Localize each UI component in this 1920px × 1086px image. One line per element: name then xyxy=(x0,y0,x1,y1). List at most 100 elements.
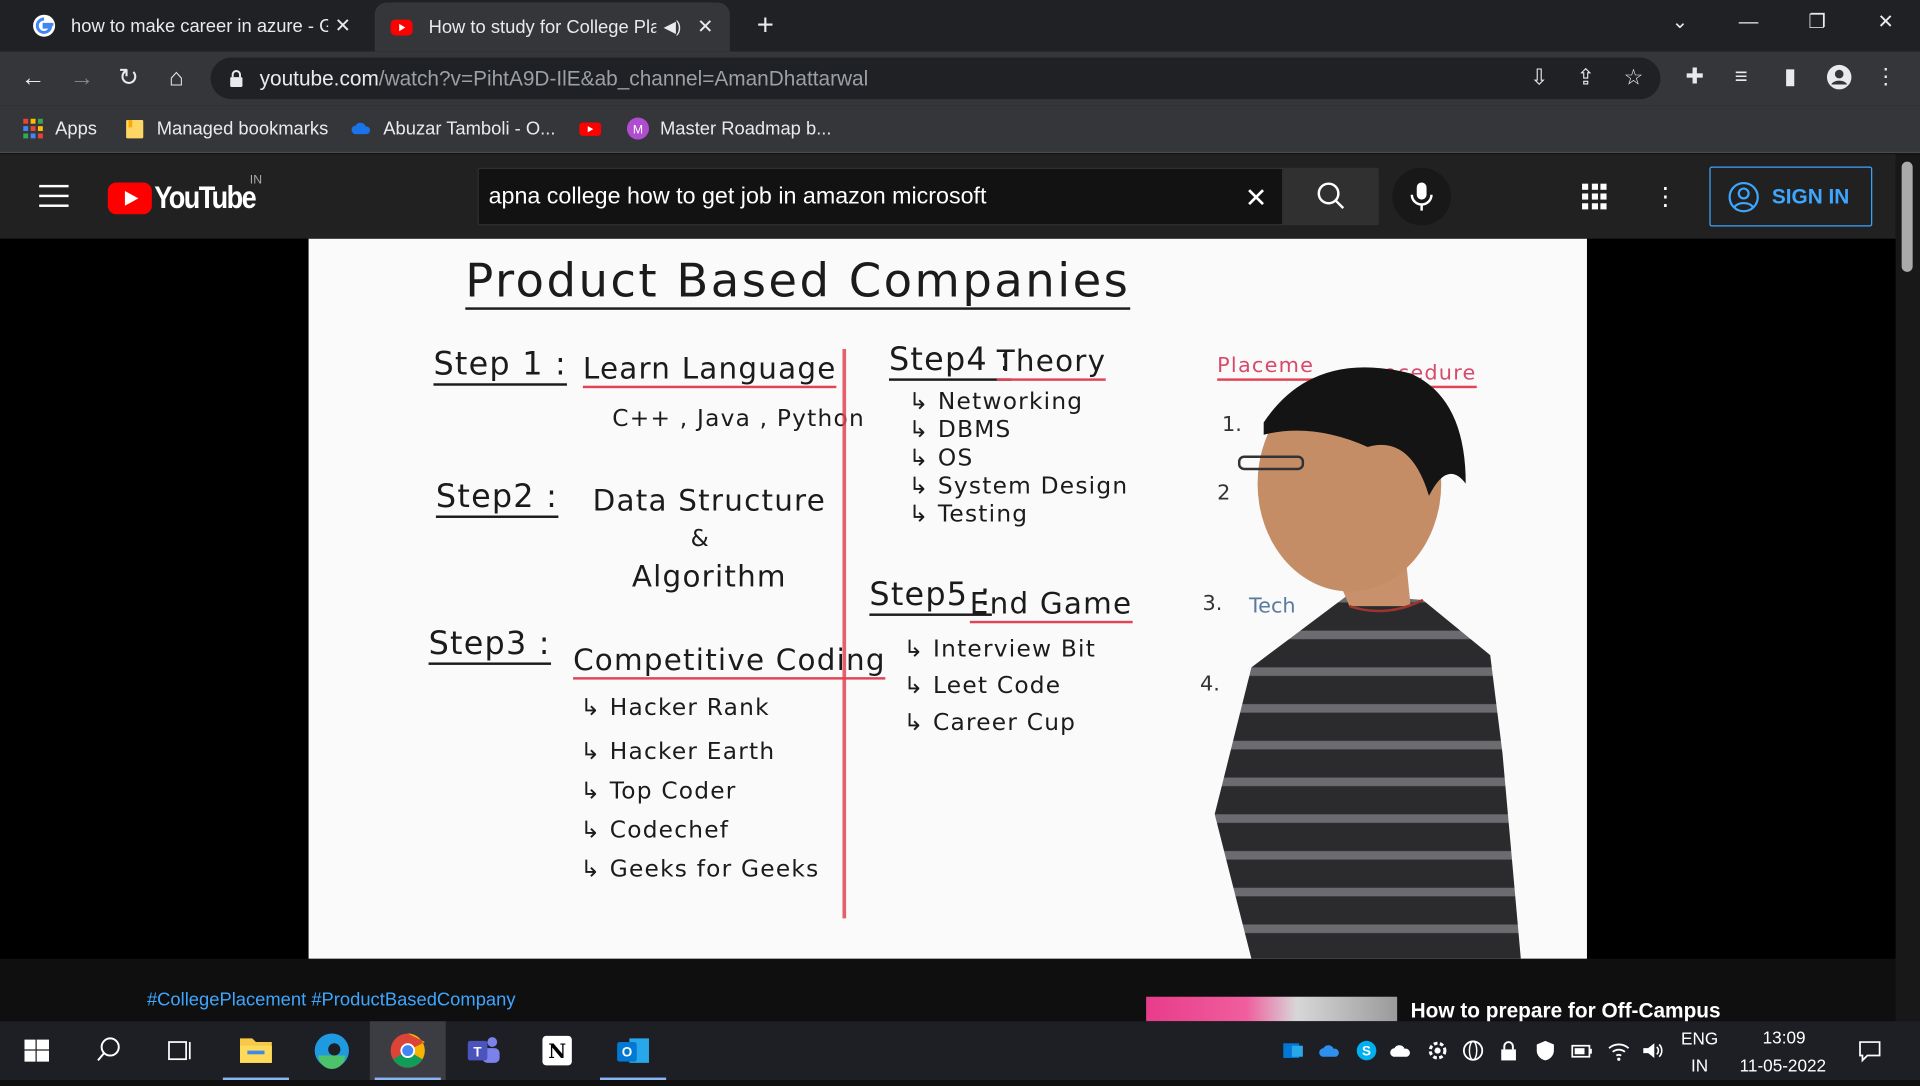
close-window-button[interactable]: ✕ xyxy=(1851,0,1920,51)
list-item: ↳ DBMS xyxy=(908,416,1012,444)
tab-title: How to study for College Pla xyxy=(428,16,657,38)
tab-search-chevron-icon[interactable]: ⌄ xyxy=(1646,0,1715,51)
hamburger-menu-icon[interactable] xyxy=(39,184,69,207)
step1-heading: Learn Language xyxy=(582,351,837,389)
wifi-tray-icon[interactable] xyxy=(1607,1038,1631,1062)
bookmark-label: Apps xyxy=(55,118,97,139)
step2-ampersand: & xyxy=(690,525,710,553)
edge-button[interactable] xyxy=(294,1021,370,1080)
bookmark-master-roadmap[interactable]: M Master Roadmap b... xyxy=(626,113,832,145)
svg-text:N: N xyxy=(548,1040,566,1063)
bookmark-managed[interactable]: Managed bookmarks xyxy=(124,113,328,145)
share-icon[interactable]: ⇪ xyxy=(1572,65,1599,92)
outlook-tray-icon[interactable] xyxy=(1281,1038,1305,1062)
step3-heading: Competitive Coding xyxy=(573,643,886,680)
back-arrow-icon[interactable]: ← xyxy=(17,64,49,96)
apps-grid-icon xyxy=(23,118,43,139)
speaker-icon[interactable]: ◀) xyxy=(664,17,684,37)
skype-tray-icon[interactable]: S xyxy=(1354,1038,1378,1062)
teams-icon: T xyxy=(467,1037,500,1063)
vpn-lock-tray-icon[interactable] xyxy=(1496,1038,1520,1062)
battery-tray-icon[interactable] xyxy=(1570,1038,1594,1062)
extensions-puzzle-icon[interactable]: ✚ xyxy=(1680,64,1709,93)
new-tab-button[interactable]: + xyxy=(749,9,781,42)
youtube-logo[interactable]: YouTube xyxy=(107,179,273,217)
volume-tray-icon[interactable] xyxy=(1641,1038,1665,1062)
reload-icon[interactable]: ↻ xyxy=(113,64,145,96)
notion-button[interactable]: N xyxy=(519,1021,595,1080)
close-tab-icon[interactable]: ✕ xyxy=(696,15,716,39)
settings-dots-icon[interactable]: ⋮ xyxy=(1653,181,1677,211)
step2-label: Step2 : xyxy=(435,479,559,518)
list-item: ↳ Networking xyxy=(908,388,1084,416)
list-item: ↳ Career Cup xyxy=(903,708,1077,736)
video-player[interactable]: Product Based Companies Step 1 : Learn L… xyxy=(0,238,1896,959)
shield-tray-icon[interactable] xyxy=(1533,1038,1557,1062)
page-scrollbar[interactable] xyxy=(1895,154,1920,1022)
search-button[interactable] xyxy=(1283,167,1379,226)
media-control-icon[interactable]: ≡ xyxy=(1727,64,1756,93)
red-divider-line xyxy=(842,348,847,919)
hashtags-link[interactable]: #CollegePlacement #ProductBasedCompany xyxy=(147,989,516,1010)
minimize-button[interactable]: — xyxy=(1714,0,1783,51)
clock-date[interactable]: 11-05-2022 xyxy=(1727,1056,1840,1076)
settings-gear-tray-icon[interactable] xyxy=(1425,1038,1449,1062)
tab-google-search[interactable]: how to make career in azure - Go ✕ xyxy=(17,0,367,51)
youtube-icon xyxy=(579,122,602,136)
chrome-menu-icon[interactable]: ⋮ xyxy=(1871,64,1900,93)
recommended-video-title[interactable]: How to prepare for Off-Campus xyxy=(1411,999,1721,1023)
browser-tab-strip: how to make career in azure - Go ✕ How t… xyxy=(0,0,1920,52)
clock-time[interactable]: 13:09 xyxy=(1734,1027,1834,1047)
bookmark-star-icon[interactable]: ☆ xyxy=(1620,65,1647,92)
onedrive-personal-tray-icon[interactable] xyxy=(1389,1038,1413,1062)
youtube-apps-icon[interactable] xyxy=(1582,183,1609,211)
close-tab-icon[interactable]: ✕ xyxy=(333,13,353,37)
folder-icon xyxy=(240,1038,272,1063)
search-query: apna college how to get job in amazon mi… xyxy=(488,183,987,210)
start-button[interactable] xyxy=(0,1021,76,1080)
language-indicator[interactable]: ENG xyxy=(1680,1029,1719,1049)
bookmark-youtube[interactable] xyxy=(579,113,612,145)
search-taskbar-button[interactable] xyxy=(71,1021,147,1080)
voice-search-button[interactable] xyxy=(1392,167,1452,226)
globe-tray-icon[interactable] xyxy=(1461,1038,1485,1062)
search-icon xyxy=(1317,182,1345,210)
search-input[interactable]: apna college how to get job in amazon mi… xyxy=(477,167,1284,226)
google-icon xyxy=(33,14,56,37)
region-indicator[interactable]: IN xyxy=(1680,1056,1719,1076)
tab-youtube-video[interactable]: How to study for College Pla ◀) ✕ xyxy=(374,2,730,52)
onedrive-icon xyxy=(351,122,371,135)
restore-button[interactable]: ❐ xyxy=(1783,0,1852,51)
task-view-button[interactable] xyxy=(142,1021,218,1080)
teams-button[interactable]: T xyxy=(446,1021,522,1080)
chrome-taskbar-button[interactable] xyxy=(369,1021,446,1081)
install-icon[interactable]: ⇩ xyxy=(1526,65,1553,92)
forward-arrow-icon[interactable]: → xyxy=(66,64,98,96)
scrollbar-thumb[interactable] xyxy=(1901,161,1913,272)
profile-icon[interactable] xyxy=(1825,64,1854,93)
microphone-icon xyxy=(1410,182,1433,211)
file-explorer-button[interactable] xyxy=(218,1021,294,1081)
step5-list: ↳ Interview Bit ↳ Leet Code ↳ Career Cup xyxy=(904,636,1096,736)
home-icon[interactable]: ⌂ xyxy=(160,64,192,96)
video-frame-whiteboard[interactable]: Product Based Companies Step 1 : Learn L… xyxy=(308,238,1587,959)
youtube-icon xyxy=(390,19,413,36)
recommended-thumbnail[interactable] xyxy=(1146,996,1398,1022)
browser-toolbar: ← → ↻ ⌂ youtube.com/watch?v=PihtA9D-IlE&… xyxy=(0,51,1920,106)
bookmark-apps[interactable]: Apps xyxy=(22,113,97,145)
sign-in-button[interactable]: SIGN IN xyxy=(1709,166,1873,227)
clear-search-icon[interactable]: ✕ xyxy=(1245,182,1268,214)
side-panel-icon[interactable]: ▮ xyxy=(1776,64,1805,93)
list-item: ↳ Leet Code xyxy=(903,672,1062,700)
outlook-button[interactable]: O xyxy=(595,1021,671,1081)
address-bar[interactable]: youtube.com/watch?v=PihtA9D-IlE&ab_chann… xyxy=(210,57,1661,100)
svg-text:S: S xyxy=(1362,1044,1371,1059)
url-text: youtube.com/watch?v=PihtA9D-IlE&ab_chann… xyxy=(260,67,869,91)
onedrive-tray-icon[interactable] xyxy=(1318,1038,1342,1062)
url-host: youtube.com xyxy=(259,67,379,91)
list-item: ↳ OS xyxy=(908,444,974,472)
bookmark-abuzar[interactable]: Abuzar Tamboli - O... xyxy=(350,113,555,145)
folder-icon xyxy=(126,120,144,139)
notifications-icon[interactable] xyxy=(1856,1037,1883,1064)
sign-in-label: SIGN IN xyxy=(1771,184,1850,208)
